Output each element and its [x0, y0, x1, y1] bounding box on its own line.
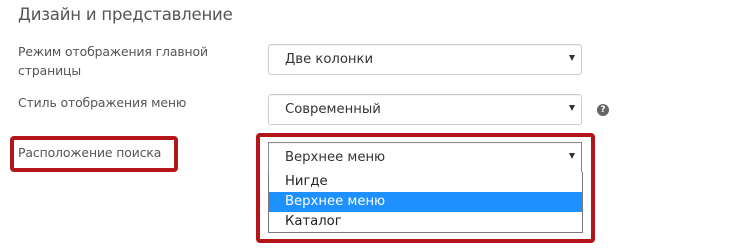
search-location-value: Верхнее меню	[285, 150, 386, 165]
main-page-mode-select[interactable]: Две колонки	[268, 44, 582, 75]
search-location-dropdown: Нигде Верхнее меню Каталог	[268, 172, 583, 233]
search-location-select[interactable]: Верхнее меню	[268, 142, 582, 173]
menu-style-select[interactable]: Современный	[268, 94, 582, 125]
chevron-down-icon	[569, 55, 575, 61]
menu-style-label: Стиль отображения меню	[18, 95, 187, 110]
help-icon[interactable]: ?	[597, 104, 609, 116]
dropdown-option-catalog[interactable]: Каталог	[269, 212, 582, 232]
chevron-down-icon	[569, 153, 575, 159]
section-title: Дизайн и представление	[18, 5, 233, 24]
main-page-mode-value: Две колонки	[285, 52, 374, 67]
search-location-label: Расположение поиска	[18, 145, 162, 160]
menu-style-value: Современный	[285, 102, 381, 117]
chevron-down-icon	[569, 105, 575, 111]
dropdown-option-nowhere[interactable]: Нигде	[269, 172, 582, 192]
main-page-mode-label: Режим отображения главной страницы	[18, 44, 208, 78]
dropdown-option-top-menu[interactable]: Верхнее меню	[269, 192, 582, 212]
